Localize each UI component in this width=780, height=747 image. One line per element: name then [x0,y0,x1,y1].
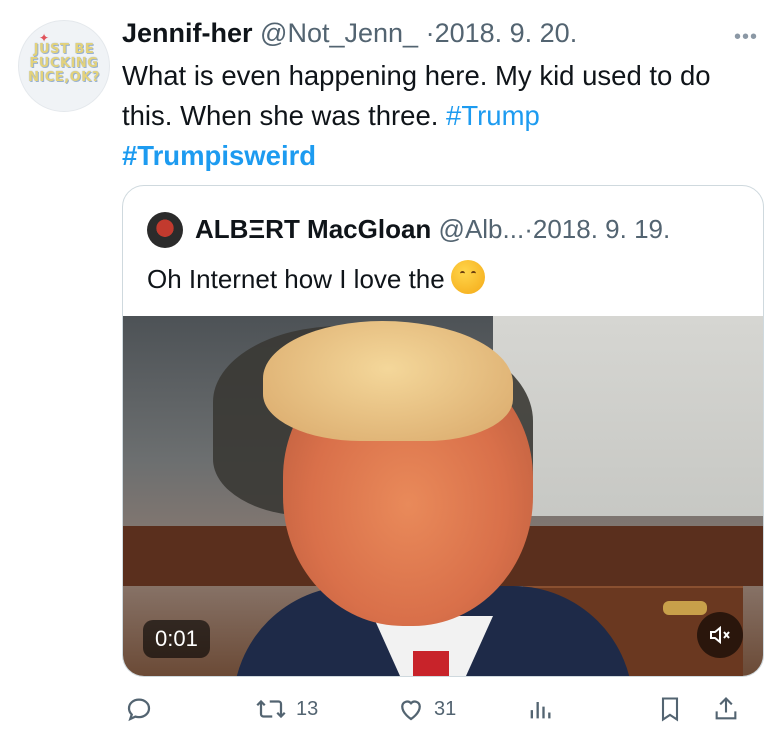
quoted-author-display-name[interactable]: ALBΞRT MacGloan [195,214,431,244]
tweet-header: Jennif-her @Not_Jenn_ ·2018. 9. 20. [122,16,760,50]
tweet-date[interactable]: 2018. 9. 20. [435,18,578,48]
hugging-face-icon [450,260,485,294]
retweet-icon [254,694,288,724]
quoted-author-avatar[interactable] [147,212,183,248]
meta-separator: · [425,18,435,48]
tweet-text: What is even happening here. My kid used… [122,56,762,176]
quoted-tweet-date[interactable]: 2018. 9. 19. [533,214,670,244]
video-background-wall [493,316,763,516]
avatar-text: JUST BE FUCKING NICE,OK? [28,42,100,85]
bookmark-icon [656,694,684,724]
video-person-hair [263,321,513,441]
reply-button[interactable] [124,694,162,724]
retweet-count: 13 [296,697,319,720]
video-person-tie [413,651,449,676]
bookmark-button[interactable] [656,694,684,724]
quoted-tweet-text: Oh Internet how I love the [147,260,485,296]
share-button[interactable] [712,694,740,724]
author-display-name[interactable]: Jennif-her [122,18,253,48]
like-button[interactable]: 31 [396,694,456,724]
tweet-action-bar: 13 31 [122,688,760,728]
video-player[interactable]: 0:01 [123,316,763,676]
hashtag-trump[interactable]: #Trump [446,100,540,131]
quoted-text: Oh Internet how I love the [147,264,445,294]
quoted-tweet-header: ALBΞRT MacGloan @Alb...·2018. 9. 19. [195,212,749,246]
author-avatar[interactable]: ✦ JUST BE FUCKING NICE,OK? [18,20,110,112]
share-icon [712,694,740,724]
reply-icon [124,694,154,724]
like-count: 31 [434,697,457,720]
mute-icon[interactable] [697,612,743,658]
author-handle[interactable]: @Not_Jenn_ [260,18,418,48]
retweet-button[interactable]: 13 [254,694,318,724]
hashtag-trumpisweird[interactable]: #Trumpisweird [122,140,316,171]
video-time-badge: 0:01 [143,620,210,658]
more-icon[interactable]: ••• [734,26,758,49]
views-icon [526,694,554,724]
views-button[interactable] [526,694,554,724]
tweet-text-plain: What is even happening here. My kid used… [122,60,711,131]
video-drawer-handle [663,601,707,615]
quoted-meta-separator: · [524,214,533,244]
quoted-author-handle[interactable]: @Alb... [439,214,525,244]
like-icon [396,694,426,724]
quoted-tweet-card[interactable]: ALBΞRT MacGloan @Alb...·2018. 9. 19. Oh … [122,185,764,677]
